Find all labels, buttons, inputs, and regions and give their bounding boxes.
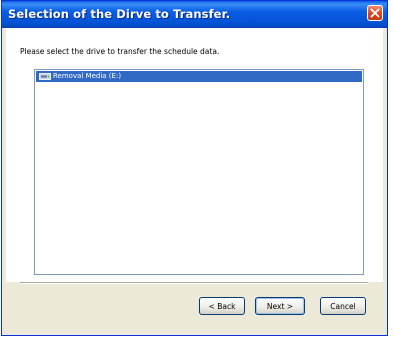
next-button[interactable]: Next >	[255, 297, 305, 315]
drive-icon	[39, 73, 51, 80]
close-icon	[370, 8, 380, 18]
cancel-button[interactable]: Cancel	[320, 297, 366, 315]
drive-listbox[interactable]: Removal Media (E:)	[34, 69, 364, 275]
back-button[interactable]: < Back	[199, 297, 245, 315]
instruction-text: Please select the drive to transfer the …	[20, 47, 220, 56]
drive-label: Removal Media (E:)	[53, 72, 122, 80]
footer-separator	[20, 282, 368, 284]
close-button[interactable]	[367, 5, 383, 21]
dialog-footer: < Back Next > Cancel	[6, 282, 383, 331]
transfer-dialog-window: Selection of the Dirve to Transfer. Plea…	[1, 0, 388, 336]
drive-list-item[interactable]: Removal Media (E:)	[36, 71, 362, 82]
title-bar[interactable]: Selection of the Dirve to Transfer.	[2, 1, 387, 28]
window-title: Selection of the Dirve to Transfer.	[8, 7, 231, 21]
